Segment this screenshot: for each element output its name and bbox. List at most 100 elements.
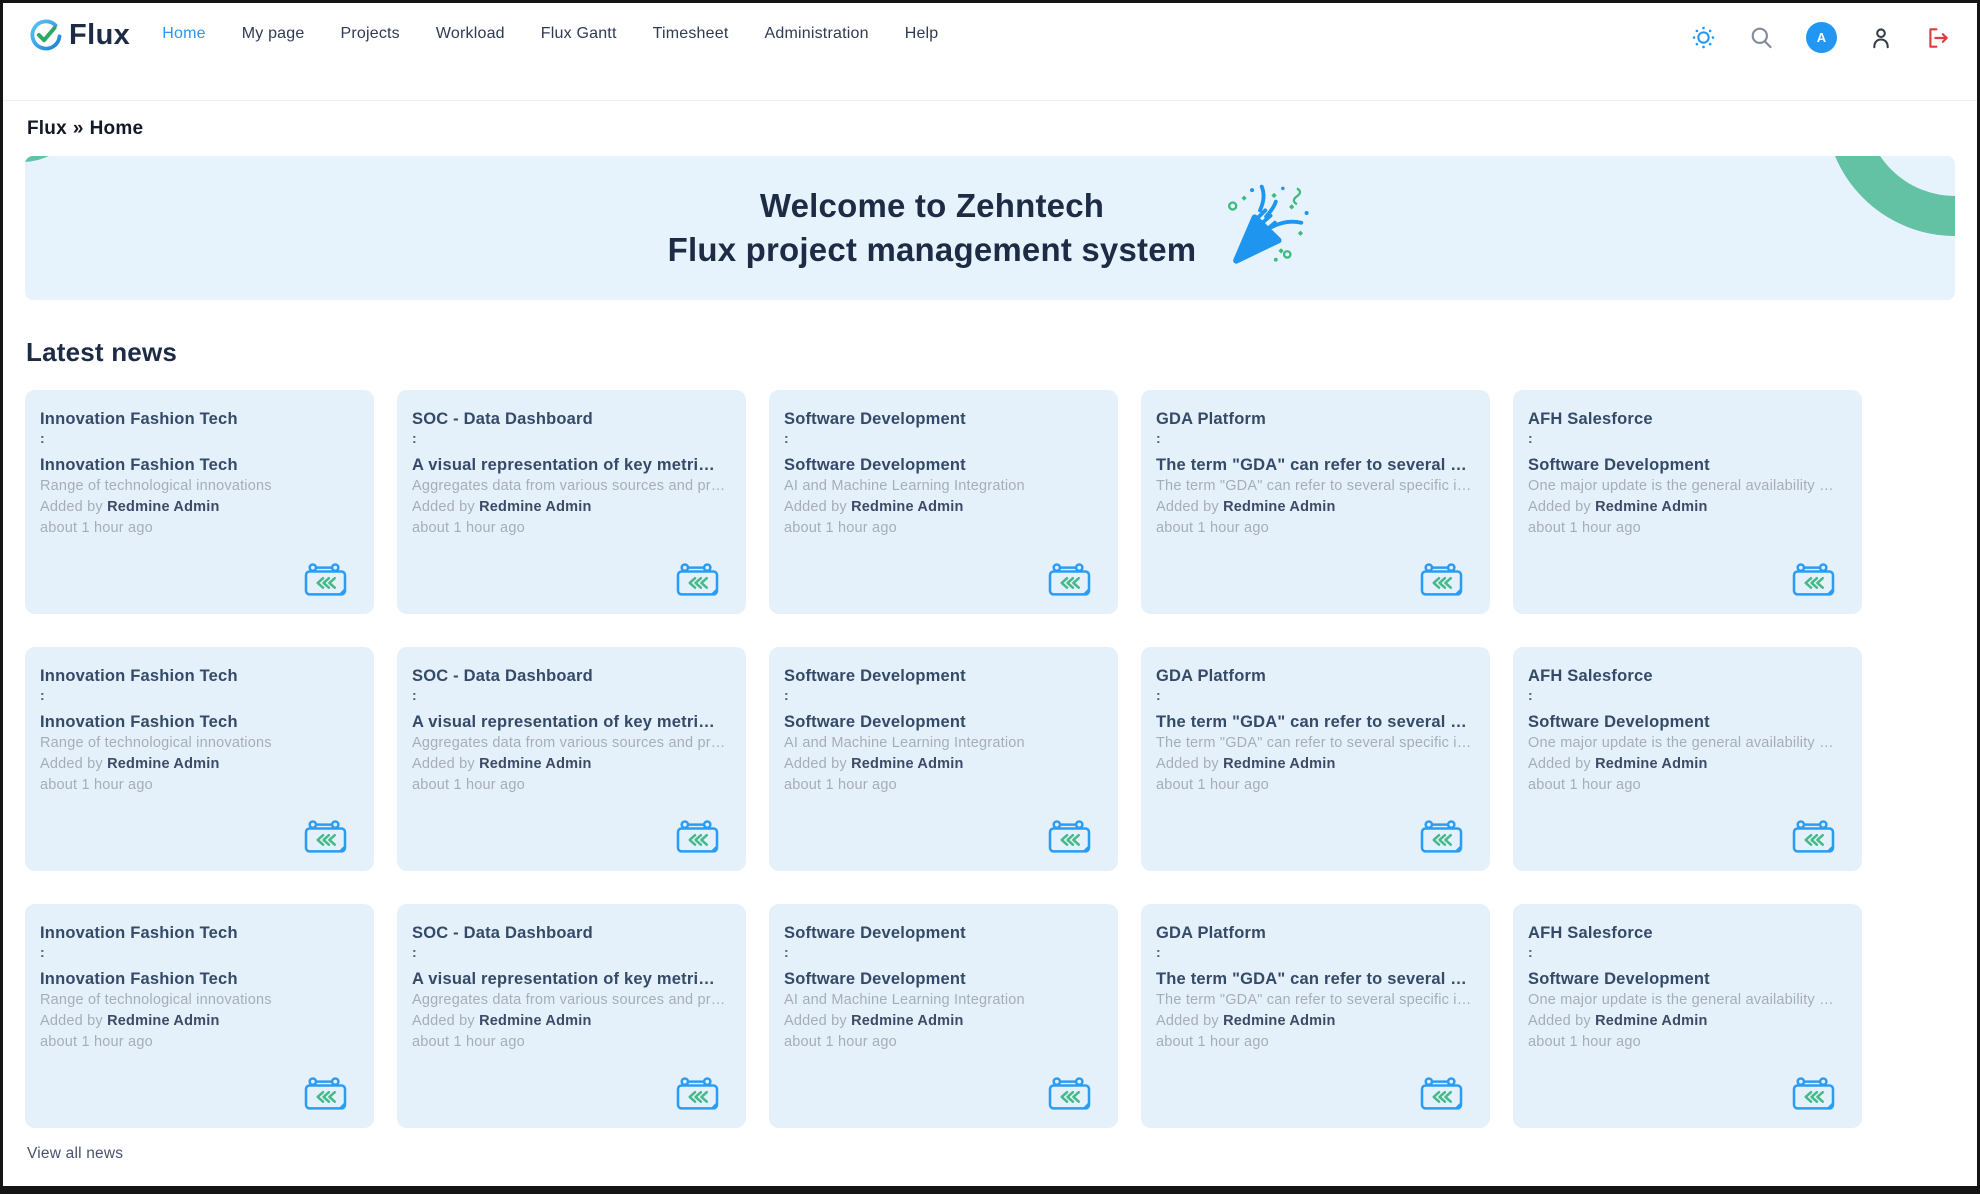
news-card-colon: : <box>1528 945 1846 960</box>
news-card-title[interactable]: Software Development <box>784 924 1102 943</box>
news-card-colon: : <box>1156 688 1474 703</box>
news-card-title[interactable]: GDA Platform <box>1156 410 1474 429</box>
news-card[interactable]: AFH Salesforce : Software Development On… <box>1513 647 1862 871</box>
news-card-title[interactable]: SOC - Data Dashboard <box>412 410 730 429</box>
breadcrumb-root[interactable]: Flux <box>27 118 67 139</box>
news-card-colon: : <box>1528 431 1846 446</box>
nav-item-projects[interactable]: Projects <box>340 25 399 43</box>
calendar-icon <box>303 818 348 857</box>
news-card-subtitle[interactable]: A visual representation of key metri… <box>412 713 730 732</box>
news-card-subtitle[interactable]: Innovation Fashion Tech <box>40 456 358 475</box>
news-card[interactable]: AFH Salesforce : Software Development On… <box>1513 904 1862 1128</box>
news-card-subtitle[interactable]: A visual representation of key metri… <box>412 970 730 989</box>
author-link[interactable]: Redmine Admin <box>1595 499 1707 515</box>
news-card-subtitle[interactable]: Innovation Fashion Tech <box>40 713 358 732</box>
nav-item-help[interactable]: Help <box>905 25 939 43</box>
news-card-timestamp: about 1 hour ago <box>40 1034 358 1050</box>
author-link[interactable]: Redmine Admin <box>851 499 963 515</box>
nav-item-flux-gantt[interactable]: Flux Gantt <box>541 25 617 43</box>
author-link[interactable]: Redmine Admin <box>1223 499 1335 515</box>
party-popper-icon <box>1222 184 1312 272</box>
news-card-title[interactable]: Software Development <box>784 410 1102 429</box>
news-card-subtitle[interactable]: The term "GDA" can refer to several … <box>1156 456 1474 475</box>
news-card-title[interactable]: Innovation Fashion Tech <box>40 667 358 686</box>
news-card[interactable]: SOC - Data Dashboard : A visual represen… <box>397 647 746 871</box>
news-card-added-by: Added by Redmine Admin <box>1156 1013 1474 1029</box>
added-by-label: Added by <box>40 1013 107 1029</box>
user-icon[interactable] <box>1868 25 1894 51</box>
news-card-title[interactable]: AFH Salesforce <box>1528 667 1846 686</box>
news-card[interactable]: Innovation Fashion Tech : Innovation Fas… <box>25 904 374 1128</box>
news-card-colon: : <box>784 431 1102 446</box>
view-all-news-link[interactable]: View all news <box>27 1145 123 1163</box>
news-card-subtitle[interactable]: Software Development <box>784 456 1102 475</box>
news-card-subtitle[interactable]: A visual representation of key metri… <box>412 456 730 475</box>
news-card[interactable]: Software Development : Software Developm… <box>769 647 1118 871</box>
author-link[interactable]: Redmine Admin <box>107 1013 219 1029</box>
news-card-title[interactable]: Software Development <box>784 667 1102 686</box>
news-card-title[interactable]: GDA Platform <box>1156 667 1474 686</box>
author-link[interactable]: Redmine Admin <box>1223 1013 1335 1029</box>
logout-icon[interactable] <box>1925 25 1951 51</box>
news-card-timestamp: about 1 hour ago <box>784 520 1102 536</box>
news-card[interactable]: Software Development : Software Developm… <box>769 904 1118 1128</box>
author-link[interactable]: Redmine Admin <box>479 756 591 772</box>
nav-item-home[interactable]: Home <box>162 25 205 43</box>
news-card-subtitle[interactable]: The term "GDA" can refer to several … <box>1156 970 1474 989</box>
news-card-description: The term "GDA" can refer to several spec… <box>1156 735 1474 751</box>
author-link[interactable]: Redmine Admin <box>107 756 219 772</box>
added-by-label: Added by <box>784 756 851 772</box>
news-card-description: Range of technological innovations <box>40 992 358 1008</box>
nav-item-workload[interactable]: Workload <box>436 25 505 43</box>
news-card[interactable]: Innovation Fashion Tech : Innovation Fas… <box>25 647 374 871</box>
welcome-banner-title: Welcome to Zehntech Flux project managem… <box>668 184 1197 272</box>
nav-item-my-page[interactable]: My page <box>242 25 305 43</box>
author-link[interactable]: Redmine Admin <box>1595 1013 1707 1029</box>
news-card-subtitle[interactable]: Software Development <box>784 713 1102 732</box>
news-card-timestamp: about 1 hour ago <box>1156 1034 1474 1050</box>
news-card-subtitle[interactable]: The term "GDA" can refer to several … <box>1156 713 1474 732</box>
news-card[interactable]: GDA Platform : The term "GDA" can refer … <box>1141 647 1490 871</box>
brand-logo[interactable]: Flux <box>27 16 130 54</box>
news-card-subtitle[interactable]: Software Development <box>1528 970 1846 989</box>
news-card-added-by: Added by Redmine Admin <box>784 1013 1102 1029</box>
theme-sun-icon[interactable] <box>1690 24 1717 51</box>
author-link[interactable]: Redmine Admin <box>1595 756 1707 772</box>
news-card-subtitle[interactable]: Software Development <box>1528 713 1846 732</box>
news-card-title[interactable]: Innovation Fashion Tech <box>40 924 358 943</box>
news-card[interactable]: Software Development : Software Developm… <box>769 390 1118 614</box>
news-card[interactable]: SOC - Data Dashboard : A visual represen… <box>397 904 746 1128</box>
news-card-title[interactable]: SOC - Data Dashboard <box>412 667 730 686</box>
news-card[interactable]: Innovation Fashion Tech : Innovation Fas… <box>25 390 374 614</box>
news-card-title[interactable]: AFH Salesforce <box>1528 924 1846 943</box>
news-card-subtitle[interactable]: Innovation Fashion Tech <box>40 970 358 989</box>
author-link[interactable]: Redmine Admin <box>107 499 219 515</box>
news-card-colon: : <box>1156 431 1474 446</box>
avatar[interactable]: A <box>1806 22 1837 53</box>
nav-item-administration[interactable]: Administration <box>765 25 869 43</box>
news-card-subtitle[interactable]: Software Development <box>1528 456 1846 475</box>
welcome-line-1: Welcome to Zehntech <box>668 184 1197 228</box>
author-link[interactable]: Redmine Admin <box>851 756 963 772</box>
news-card-timestamp: about 1 hour ago <box>412 1034 730 1050</box>
news-card-description: One major update is the general availabi… <box>1528 992 1846 1008</box>
news-card-title[interactable]: SOC - Data Dashboard <box>412 924 730 943</box>
news-card-title[interactable]: AFH Salesforce <box>1528 410 1846 429</box>
author-link[interactable]: Redmine Admin <box>479 1013 591 1029</box>
news-card[interactable]: SOC - Data Dashboard : A visual represen… <box>397 390 746 614</box>
welcome-banner: Welcome to Zehntech Flux project managem… <box>25 156 1955 300</box>
author-link[interactable]: Redmine Admin <box>1223 756 1335 772</box>
news-card[interactable]: GDA Platform : The term "GDA" can refer … <box>1141 390 1490 614</box>
news-card[interactable]: GDA Platform : The term "GDA" can refer … <box>1141 904 1490 1128</box>
added-by-label: Added by <box>1156 756 1223 772</box>
search-icon[interactable] <box>1748 24 1775 51</box>
news-card-colon: : <box>40 431 358 446</box>
author-link[interactable]: Redmine Admin <box>851 1013 963 1029</box>
news-card[interactable]: AFH Salesforce : Software Development On… <box>1513 390 1862 614</box>
nav-item-timesheet[interactable]: Timesheet <box>653 25 729 43</box>
news-card-title[interactable]: GDA Platform <box>1156 924 1474 943</box>
news-card-subtitle[interactable]: Software Development <box>784 970 1102 989</box>
news-card-added-by: Added by Redmine Admin <box>1528 756 1846 772</box>
author-link[interactable]: Redmine Admin <box>479 499 591 515</box>
news-card-title[interactable]: Innovation Fashion Tech <box>40 410 358 429</box>
